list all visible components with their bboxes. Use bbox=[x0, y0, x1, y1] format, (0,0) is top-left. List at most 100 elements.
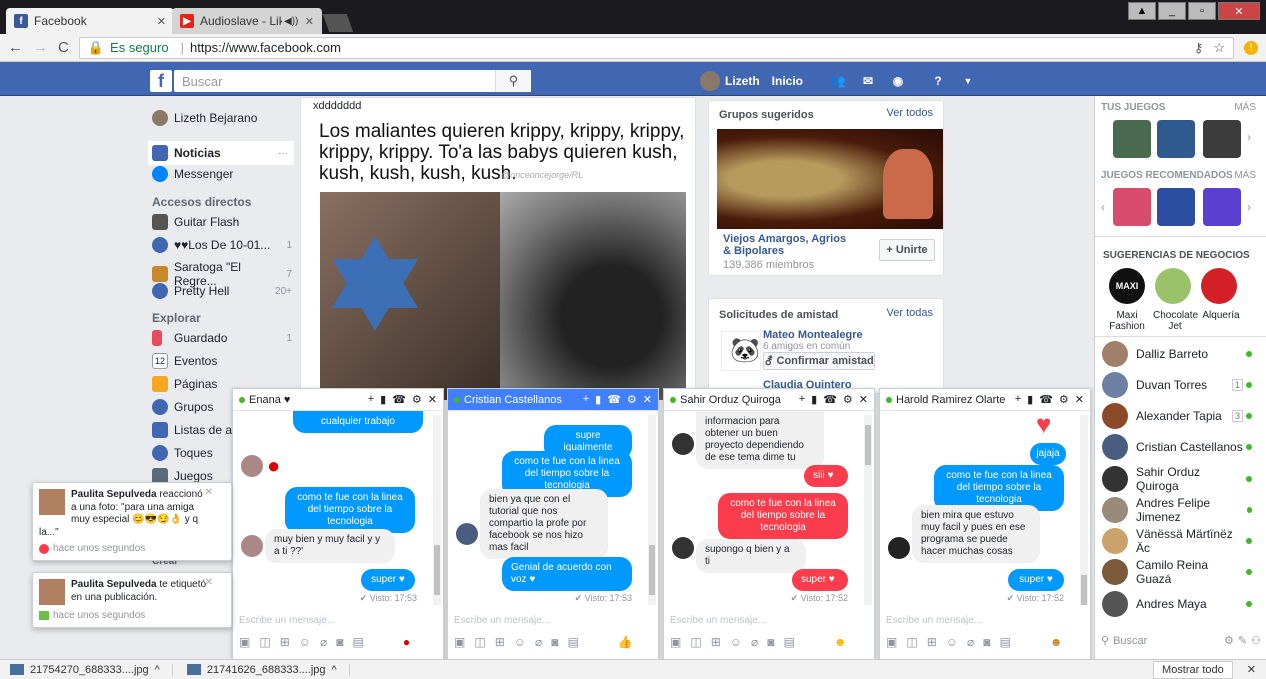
business-logo[interactable] bbox=[1155, 268, 1191, 304]
gif-icon[interactable]: ⊞ bbox=[495, 635, 505, 649]
add-icon[interactable]: + bbox=[1015, 393, 1021, 406]
gif-icon[interactable]: ⊞ bbox=[280, 635, 290, 649]
alert-icon[interactable]: ! bbox=[1244, 40, 1258, 55]
camera-icon[interactable]: ◙ bbox=[983, 635, 990, 649]
attach-icon[interactable]: ⌀ bbox=[535, 635, 542, 649]
close-window-button[interactable]: ✕ bbox=[1218, 2, 1260, 20]
notifications-globe-icon[interactable]: ◉ bbox=[889, 72, 907, 90]
dropdown-icon[interactable]: ▼ bbox=[959, 72, 977, 90]
sticker-icon[interactable]: ◫ bbox=[690, 635, 701, 649]
gif-icon[interactable]: ⊞ bbox=[711, 635, 721, 649]
close-icon[interactable]: ✕ bbox=[157, 15, 166, 28]
url-input[interactable]: 🔒 Es seguro | https://www.facebook.com ⚷… bbox=[78, 36, 1234, 59]
join-group-button[interactable]: + Unirte bbox=[879, 239, 935, 261]
chat-header[interactable]: Harold Ramirez Olarte + ▮ ☎ ⚙ ✕ bbox=[880, 389, 1090, 411]
download-item[interactable]: 21741626_688333....jpg ^ bbox=[186, 663, 350, 676]
business-name[interactable]: Chocolate Jet bbox=[1153, 310, 1198, 332]
smile-emoji-icon[interactable]: ☻ bbox=[834, 635, 847, 649]
new-tab-button[interactable] bbox=[322, 14, 354, 32]
more-options-icon[interactable]: ··· bbox=[278, 148, 288, 159]
close-icon[interactable]: ✕ bbox=[205, 577, 213, 588]
contact-row[interactable]: Cristian Castellanos bbox=[1102, 434, 1252, 460]
phone-icon[interactable]: ☎ bbox=[1039, 393, 1053, 406]
notification-toast[interactable]: ✕ Paulita Sepulveda te etiquetó en una p… bbox=[32, 572, 232, 628]
business-logo[interactable] bbox=[1201, 268, 1237, 304]
chat-header[interactable]: Cristian Castellanos + ▮ ☎ ⚙ ✕ bbox=[448, 389, 658, 411]
download-item[interactable]: 21754270_688333....jpg ^ bbox=[10, 663, 173, 676]
scrollbar[interactable] bbox=[433, 415, 441, 605]
more-link[interactable]: MÁS bbox=[1234, 102, 1256, 113]
photo-icon[interactable]: ▣ bbox=[886, 635, 897, 649]
chevron-up-icon[interactable]: ^ bbox=[155, 664, 160, 676]
scrollbar[interactable] bbox=[864, 415, 872, 605]
game-tile[interactable] bbox=[1203, 120, 1241, 158]
sidebar-item-messenger[interactable]: Messenger bbox=[152, 166, 292, 182]
sidebar-item-news-feed[interactable]: Noticias ··· bbox=[148, 141, 294, 165]
business-name[interactable]: Maxi Fashion bbox=[1105, 310, 1149, 332]
photo-icon[interactable]: ▣ bbox=[454, 635, 465, 649]
maximize-button[interactable]: ▫ bbox=[1188, 2, 1216, 20]
game-tile[interactable] bbox=[1113, 188, 1151, 226]
emoji-icon[interactable]: ☺ bbox=[946, 635, 958, 649]
forward-icon[interactable]: → bbox=[33, 39, 48, 56]
sidebar-item-events[interactable]: 12 Eventos bbox=[152, 353, 292, 369]
contact-row[interactable]: Andres Maya bbox=[1102, 591, 1252, 617]
close-icon[interactable]: ✕ bbox=[428, 393, 437, 406]
post-photo[interactable] bbox=[320, 192, 686, 400]
new-message-icon[interactable]: ✎ bbox=[1238, 634, 1247, 647]
chevron-right-icon[interactable]: › bbox=[1247, 200, 1251, 214]
back-icon[interactable]: ← bbox=[8, 39, 23, 56]
sticker-icon[interactable]: ◫ bbox=[474, 635, 485, 649]
close-icon[interactable]: ✕ bbox=[205, 487, 213, 498]
chevron-right-icon[interactable]: › bbox=[1247, 130, 1251, 144]
settings-icon[interactable]: ⚙ bbox=[843, 393, 853, 406]
chat-header[interactable]: Enana ♥ + ▮ ☎ ⚙ ✕ bbox=[233, 389, 443, 411]
friend-avatar[interactable]: 🐼 bbox=[721, 331, 761, 371]
reload-icon[interactable]: C bbox=[58, 39, 69, 56]
shortcut-item[interactable]: Pretty Hell 20+ bbox=[152, 283, 292, 299]
show-all-button[interactable]: Mostrar todo bbox=[1153, 660, 1233, 679]
phone-icon[interactable]: ☎ bbox=[823, 393, 837, 406]
see-all-link[interactable]: Ver todas bbox=[887, 307, 933, 319]
like-icon[interactable]: 👍 bbox=[618, 635, 633, 649]
scrollbar[interactable] bbox=[648, 415, 656, 605]
calendar-icon[interactable]: ▤ bbox=[784, 635, 795, 649]
calendar-icon[interactable]: ▤ bbox=[353, 635, 364, 649]
facebook-logo-icon[interactable]: f bbox=[150, 70, 172, 92]
phone-icon[interactable]: ☎ bbox=[607, 393, 621, 406]
post-author[interactable]: xddddddd bbox=[313, 100, 361, 112]
game-tile[interactable] bbox=[1157, 188, 1195, 226]
game-tile[interactable] bbox=[1203, 188, 1241, 226]
close-icon[interactable]: ✕ bbox=[643, 393, 652, 406]
video-icon[interactable]: ▮ bbox=[595, 393, 601, 406]
business-name[interactable]: Alquería bbox=[1199, 310, 1243, 321]
apple-emoji-icon[interactable]: ● bbox=[403, 635, 410, 649]
add-people-icon[interactable]: ⚇ bbox=[1251, 634, 1261, 647]
close-icon[interactable]: ✕ bbox=[1075, 393, 1084, 406]
notification-toast[interactable]: ✕ Paulita Sepulveda reaccionó a una foto… bbox=[32, 482, 232, 561]
gif-icon[interactable]: ⊞ bbox=[927, 635, 937, 649]
contact-row[interactable]: Vänëssä Märtïnëz Äc bbox=[1102, 527, 1252, 555]
emoji-icon[interactable]: ☺ bbox=[514, 635, 526, 649]
message-input[interactable]: Escribe un mensaje... bbox=[670, 615, 766, 626]
help-icon[interactable]: ? bbox=[929, 72, 947, 90]
camera-icon[interactable]: ◙ bbox=[767, 635, 774, 649]
settings-icon[interactable]: ⚙ bbox=[627, 393, 637, 406]
chat-header[interactable]: Sahir Orduz Quiroga + ▮ ☎ ⚙ ✕ bbox=[664, 389, 874, 411]
star-icon[interactable]: ☆ bbox=[1213, 40, 1225, 56]
scrollbar[interactable] bbox=[1080, 415, 1088, 605]
contact-row[interactable]: Duvan Torres 1 bbox=[1102, 372, 1252, 398]
chat-search-input[interactable]: ⚲ Buscar ⚙ ✎ ⚇ bbox=[1101, 634, 1261, 648]
message-input[interactable]: Escribe un mensaje... bbox=[454, 615, 550, 626]
sidebar-item-saved[interactable]: Guardado 1 bbox=[152, 330, 292, 346]
calendar-icon[interactable]: ▤ bbox=[568, 635, 579, 649]
close-icon[interactable]: ✕ bbox=[859, 393, 868, 406]
friend-requests-icon[interactable]: 👥 bbox=[829, 72, 847, 90]
sticker-icon[interactable]: ◫ bbox=[259, 635, 270, 649]
video-icon[interactable]: ▮ bbox=[1027, 393, 1033, 406]
contact-row[interactable]: Alexander Tapia 3 bbox=[1102, 403, 1252, 429]
user-icon[interactable]: ▲ bbox=[1128, 2, 1156, 20]
see-all-link[interactable]: Ver todos bbox=[887, 107, 933, 119]
more-link[interactable]: MÁS bbox=[1234, 170, 1256, 181]
settings-icon[interactable]: ⚙ bbox=[412, 393, 422, 406]
